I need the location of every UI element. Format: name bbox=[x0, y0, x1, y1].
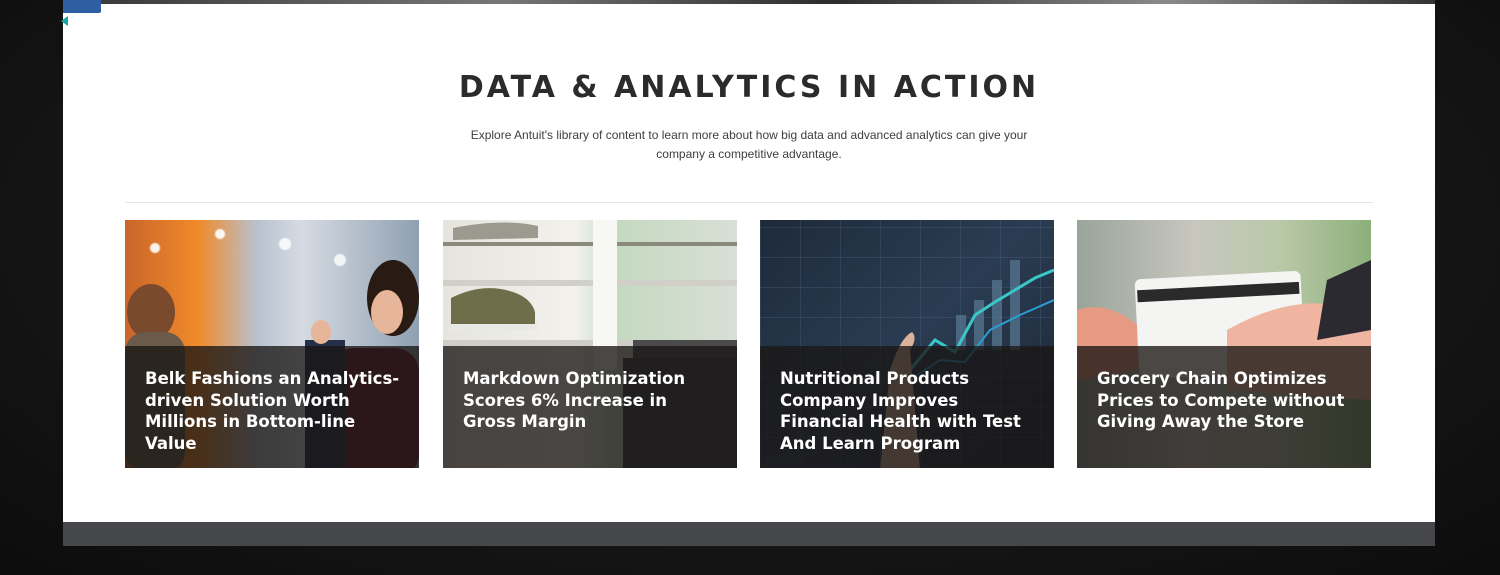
case-study-card-nutritional[interactable]: Nutritional Products Company Improves Fi… bbox=[760, 220, 1054, 468]
card-caption: Markdown Optimization Scores 6% Increase… bbox=[463, 369, 686, 431]
section-subtitle: Explore Antuit's library of content to l… bbox=[363, 126, 1135, 164]
case-study-card-belk[interactable]: Belk Fashions an Analytics-driven Soluti… bbox=[125, 220, 419, 468]
menu-tab-icon[interactable] bbox=[63, 0, 101, 13]
case-study-card-grocery[interactable]: Grocery Chain Optimizes Prices to Compet… bbox=[1077, 220, 1371, 468]
card-caption: Nutritional Products Company Improves Fi… bbox=[780, 369, 1021, 453]
subtitle-line-1: Explore Antuit's library of content to l… bbox=[470, 128, 1028, 142]
section-title: DATA & ANALYTICS IN ACTION bbox=[458, 70, 1040, 105]
card-caption: Belk Fashions an Analytics-driven Soluti… bbox=[145, 369, 400, 453]
section-divider bbox=[125, 202, 1373, 203]
case-study-card-markdown[interactable]: Markdown Optimization Scores 6% Increase… bbox=[443, 220, 737, 468]
footer-bar bbox=[63, 522, 1435, 546]
card-caption: Grocery Chain Optimizes Prices to Compet… bbox=[1097, 369, 1345, 431]
subtitle-line-2: company a competitive advantage. bbox=[656, 147, 842, 161]
collapse-arrow-icon[interactable] bbox=[61, 16, 68, 26]
content-section: DATA & ANALYTICS IN ACTION Explore Antui… bbox=[63, 4, 1435, 524]
